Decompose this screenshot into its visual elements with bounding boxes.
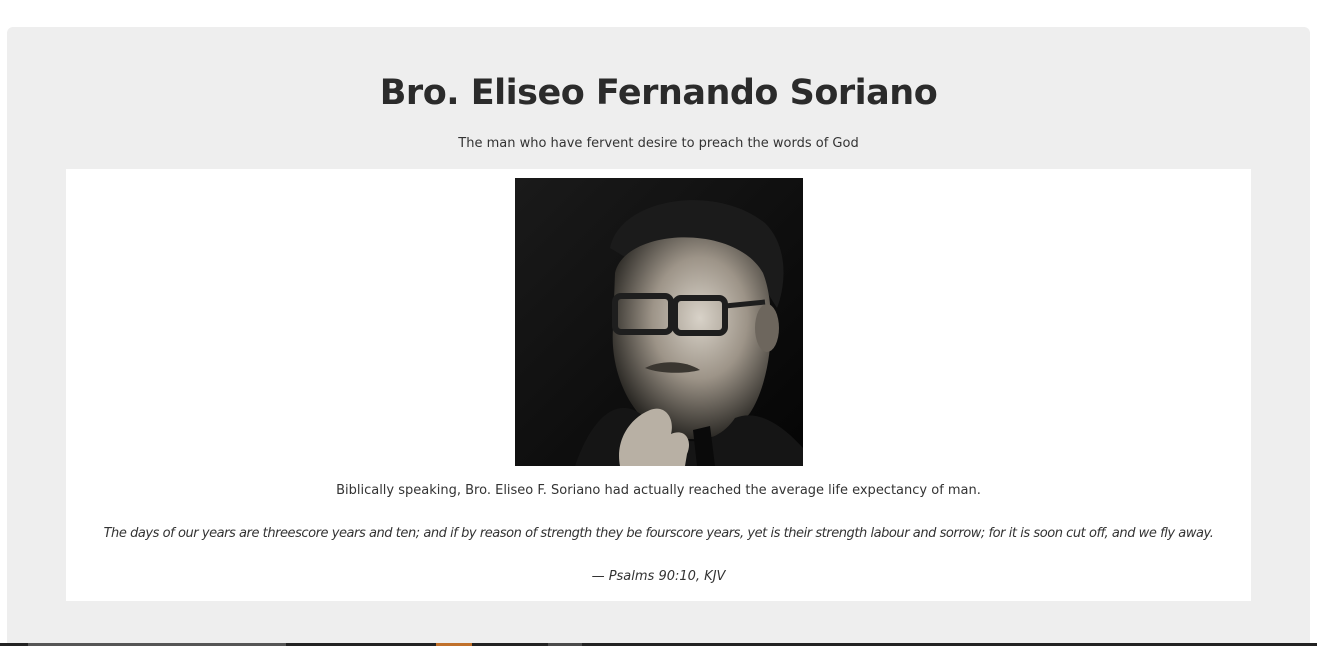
page-subtitle: The man who have fervent desire to preac… (458, 136, 859, 151)
page-title: Bro. Eliseo Fernando Soriano (379, 73, 938, 113)
portrait-photo-icon (515, 178, 803, 466)
bible-quote: The days of our years are threescore yea… (103, 526, 1214, 541)
page: Bro. Eliseo Fernando Soriano The man who… (0, 0, 1317, 646)
quote-citation: — Psalms 90:10, KJV (591, 569, 726, 584)
content-panel: Biblically speaking, Bro. Eliseo F. Sori… (66, 169, 1251, 601)
caption-text: Biblically speaking, Bro. Eliseo F. Sori… (336, 483, 981, 498)
